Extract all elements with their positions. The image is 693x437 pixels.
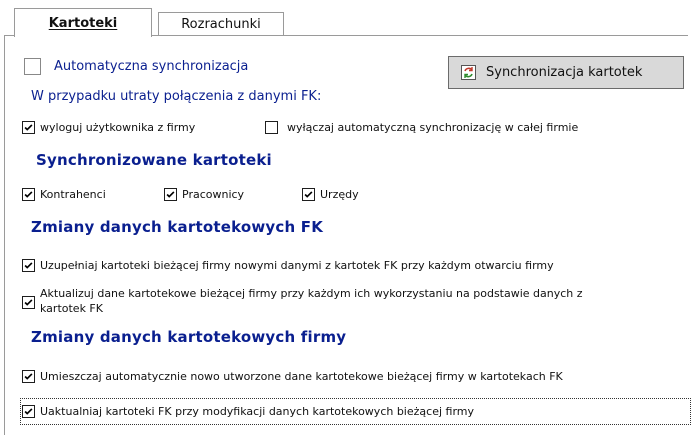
sync-cards-button-label: Synchronizacja kartotek — [486, 65, 643, 80]
update-on-use-label-line2: kartotek FK — [40, 302, 103, 315]
supplement-label: Uzupełniaj kartoteki bieżącej firmy nowy… — [40, 259, 554, 272]
tab-kartoteki-label: Kartoteki — [48, 15, 118, 31]
place-auto-label: Umieszczaj automatycznie nowo utworzone … — [40, 370, 563, 383]
tab-rozrachunki-label: Rozrachunki — [181, 16, 261, 32]
disable-sync-checkbox[interactable] — [265, 121, 278, 134]
logout-checkbox[interactable] — [22, 121, 35, 134]
supplement-checkbox[interactable] — [22, 259, 35, 272]
auto-sync-checkbox[interactable] — [24, 58, 41, 75]
offices-label: Urzędy — [320, 188, 359, 201]
contractors-label: Kontrahenci — [40, 188, 106, 201]
update-on-use-checkbox[interactable] — [22, 296, 35, 309]
company-changes-heading: Zmiany danych kartotekowych firmy — [31, 328, 347, 346]
logout-label: wyloguj użytkownika z firmy — [40, 121, 196, 134]
update-fk-checkbox[interactable] — [22, 405, 35, 418]
place-auto-checkbox[interactable] — [22, 370, 35, 383]
contractors-checkbox[interactable] — [22, 188, 35, 201]
fk-changes-heading: Zmiany danych kartotekowych FK — [31, 218, 324, 236]
sync-arrows-icon — [461, 65, 476, 80]
employees-label: Pracownicy — [182, 188, 245, 201]
auto-sync-label: Automatyczna synchronizacja — [54, 59, 249, 74]
disable-sync-label: wyłączaj automatyczną synchronizację w c… — [287, 121, 579, 134]
offices-checkbox[interactable] — [302, 188, 315, 201]
sync-cards-button[interactable]: Synchronizacja kartotek — [448, 56, 684, 89]
employees-checkbox[interactable] — [164, 188, 177, 201]
tab-kartoteki[interactable]: Kartoteki — [14, 8, 152, 37]
update-fk-label: Uaktualniaj kartoteki FK przy modyfikacj… — [40, 405, 475, 418]
connection-loss-heading: W przypadku utraty połączenia z danymi F… — [31, 89, 322, 104]
synced-cards-heading: Synchronizowane kartoteki — [36, 151, 272, 169]
update-on-use-label-line1: Aktualizuj dane kartotekowe bieżącej fir… — [40, 287, 583, 300]
tab-rozrachunki[interactable]: Rozrachunki — [158, 12, 284, 35]
